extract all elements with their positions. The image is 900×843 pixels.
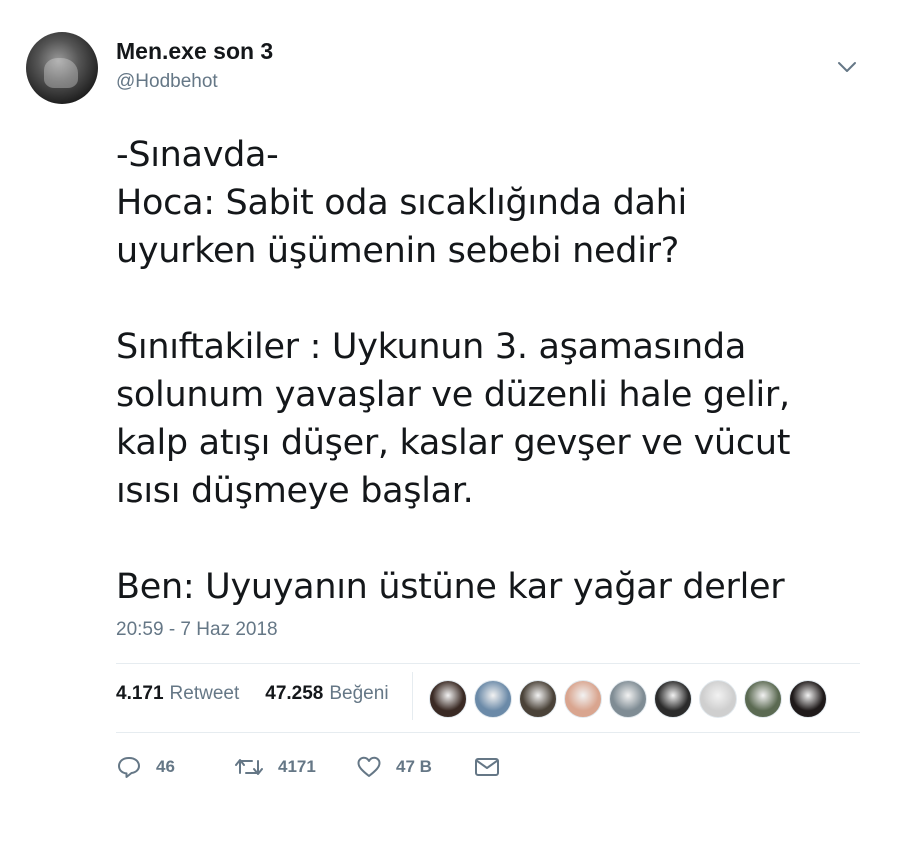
- liker-avatar[interactable]: [519, 680, 557, 718]
- liker-avatar[interactable]: [789, 680, 827, 718]
- retweet-count[interactable]: 4.171: [116, 683, 164, 705]
- tweet-actions: 46 4171 47 B: [116, 755, 500, 779]
- dm-button[interactable]: [474, 756, 500, 778]
- liker-avatar[interactable]: [699, 680, 737, 718]
- like-label[interactable]: Beğeni: [329, 683, 388, 705]
- tweet-timestamp[interactable]: 20:59 - 7 Haz 2018: [116, 619, 278, 641]
- heart-icon: [356, 755, 382, 779]
- retweet-icon: [234, 755, 264, 779]
- stats-separator: [412, 672, 413, 720]
- divider: [116, 663, 860, 664]
- liker-avatar[interactable]: [564, 680, 602, 718]
- retweet-action-count: 4171: [278, 757, 316, 776]
- liker-avatar[interactable]: [474, 680, 512, 718]
- liker-avatar[interactable]: [654, 680, 692, 718]
- like-action-count: 47 B: [396, 757, 432, 776]
- liker-avatars: [429, 680, 827, 718]
- retweet-label[interactable]: Retweet: [170, 683, 240, 705]
- like-count[interactable]: 47.258: [265, 683, 323, 705]
- user-handle[interactable]: @Hodbehot: [116, 71, 218, 93]
- liker-avatar[interactable]: [429, 680, 467, 718]
- tweet-stats: 4.171 Retweet 47.258 Beğeni: [116, 683, 389, 705]
- display-name[interactable]: Men.exe son 3: [116, 38, 273, 65]
- reply-count: 46: [156, 757, 175, 776]
- divider: [116, 732, 860, 733]
- liker-avatar[interactable]: [609, 680, 647, 718]
- envelope-icon: [474, 756, 500, 778]
- like-button[interactable]: 47 B: [356, 755, 474, 779]
- chevron-down-icon[interactable]: [836, 56, 858, 78]
- reply-icon: [116, 755, 142, 779]
- avatar[interactable]: [26, 32, 98, 104]
- reply-button[interactable]: 46: [116, 755, 234, 779]
- retweet-button[interactable]: 4171: [234, 755, 356, 779]
- tweet-text: -Sınavda- Hoca: Sabit oda sıcaklığında d…: [116, 135, 791, 607]
- liker-avatar[interactable]: [744, 680, 782, 718]
